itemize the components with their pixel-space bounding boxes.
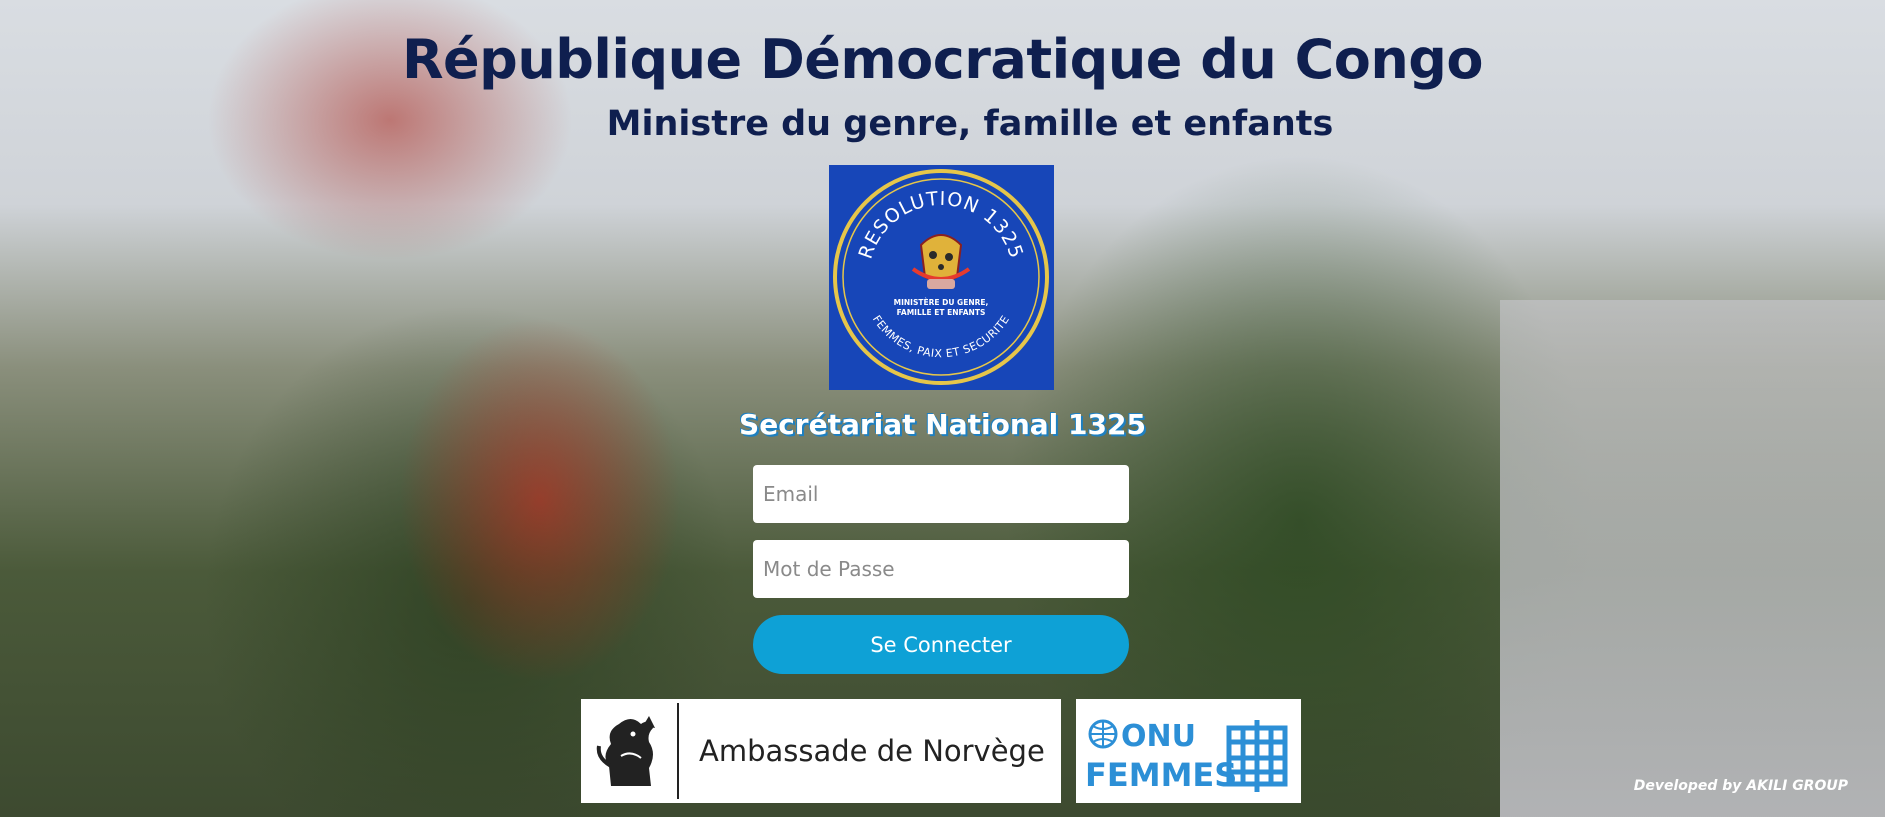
un-globe-icon	[1088, 719, 1118, 749]
onu-femmes-logo: ONU FEMMES	[1076, 699, 1301, 803]
email-field[interactable]	[753, 465, 1129, 523]
seal-bottom-text: FEMMES, PAIX ET SECURITE	[870, 313, 1012, 360]
norway-embassy-logo: Ambassade de Norvège	[581, 699, 1061, 803]
login-button[interactable]: Se Connecter	[753, 615, 1129, 674]
leopard-crest-icon	[911, 234, 971, 289]
onu-femmes-emblem-icon	[1226, 720, 1288, 792]
secretariat-heading: Secrétariat National 1325	[739, 408, 1146, 441]
page-title: République Démocratique du Congo	[401, 28, 1484, 91]
page-subtitle: Ministre du genre, famille et enfants	[606, 104, 1334, 144]
resolution-1325-seal-logo: RESOLUTION 1325 MINISTÈRE DU GENRE, FAMI…	[829, 165, 1054, 390]
norway-embassy-label: Ambassade de Norvège	[699, 734, 1045, 768]
svg-text:FEMMES, PAIX ET SECURITE: FEMMES, PAIX ET SECURITE	[870, 313, 1012, 360]
logo-divider	[677, 703, 679, 799]
seal-ministry-line-1: MINISTÈRE DU GENRE,	[894, 298, 989, 307]
onu-label-line-1: ONU	[1121, 719, 1196, 754]
login-page: République Démocratique du Congo Ministr…	[0, 0, 1885, 817]
seal-ministry-line-2: FAMILLE ET ENFANTS	[897, 308, 986, 317]
norway-lion-crest-icon	[596, 716, 655, 786]
onu-label-line-2: FEMMES	[1085, 756, 1237, 794]
password-field[interactable]	[753, 540, 1129, 598]
developer-credit: Developed by AKILI GROUP	[1633, 778, 1848, 794]
